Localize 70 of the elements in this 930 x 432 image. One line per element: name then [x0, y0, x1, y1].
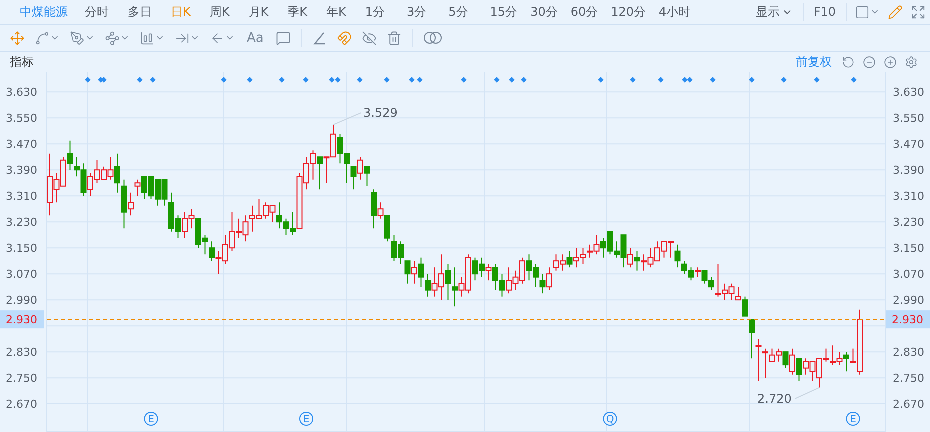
period-tab[interactable]: 周K — [204, 4, 235, 20]
adjust-button[interactable]: 前复权 — [790, 54, 838, 70]
event-diamond-icon[interactable] — [357, 77, 363, 83]
event-diamond-icon[interactable] — [814, 77, 820, 83]
event-diamond-icon[interactable] — [85, 77, 91, 83]
event-diamond-icon[interactable] — [749, 77, 755, 83]
extreme-price-label: 3.529 — [364, 106, 398, 120]
y-axis-label: 3.230 — [893, 216, 924, 230]
y-axis-label: 3.150 — [893, 242, 924, 256]
y-axis-label: 3.310 — [893, 190, 924, 204]
event-diamond-icon[interactable] — [150, 77, 156, 83]
leader-line — [333, 112, 362, 126]
event-diamond-icon[interactable] — [710, 77, 716, 83]
event-diamond-icon[interactable] — [494, 77, 500, 83]
y-axis-label: 2.990 — [893, 294, 924, 308]
leader-line — [795, 387, 820, 400]
y-axis-label: 3.550 — [893, 112, 924, 126]
y-axis-label: 2.830 — [6, 346, 38, 360]
event-diamond-icon[interactable] — [598, 77, 604, 83]
event-diamond-icon[interactable] — [384, 77, 390, 83]
ref-line-label: 2.930 — [6, 314, 38, 327]
event-diamond-icon[interactable] — [781, 77, 787, 83]
event-diamond-icon[interactable] — [279, 77, 285, 83]
y-axis-label: 3.070 — [893, 268, 924, 282]
period-tab[interactable]: 120分 — [606, 4, 652, 20]
period-tab[interactable]: 15分 — [485, 4, 523, 20]
f10-button[interactable]: F10 — [808, 5, 842, 19]
event-diamond-icon[interactable] — [221, 77, 227, 83]
event-diamond-icon[interactable] — [137, 77, 143, 83]
y-axis-label: 3.310 — [6, 190, 38, 204]
event-diamond-icon[interactable] — [247, 77, 253, 83]
y-axis-label: 2.990 — [6, 294, 38, 308]
period-tab[interactable]: 多日 — [123, 4, 157, 20]
event-diamond-icon[interactable] — [851, 77, 857, 83]
price-marker: 2.930 — [0, 310, 44, 329]
event-diamond-icon[interactable] — [461, 77, 467, 83]
period-tab[interactable]: 年K — [322, 4, 352, 20]
event-diamond-icon[interactable] — [658, 77, 664, 83]
period-tab[interactable]: 分时 — [80, 4, 114, 20]
price-marker: 2.930 — [886, 310, 930, 329]
y-axis-label: 3.230 — [6, 216, 38, 230]
y-axis-label: 3.470 — [6, 138, 38, 152]
y-axis-label: 3.470 — [893, 138, 924, 152]
y-axis-label: 3.390 — [893, 164, 924, 178]
period-tab[interactable]: 季K — [282, 4, 312, 20]
extreme-price-label: 2.720 — [758, 392, 792, 406]
y-axis-label: 2.750 — [6, 372, 38, 386]
indicator-label: 指标 — [10, 54, 34, 70]
period-tab[interactable]: 60分 — [566, 4, 604, 20]
period-tab[interactable]: 4小时 — [654, 4, 696, 20]
period-tab[interactable]: 3分 — [402, 4, 432, 20]
y-axis-label: 2.830 — [893, 346, 924, 360]
period-tab[interactable]: 30分 — [526, 4, 563, 20]
y-axis-label: 2.670 — [893, 398, 924, 412]
y-axis-label: 3.070 — [6, 268, 38, 282]
y-axis-label: 3.390 — [6, 164, 38, 178]
y-axis-label: 3.630 — [6, 86, 38, 100]
stock-name: 中煤能源 — [20, 4, 68, 20]
y-axis-label: 2.670 — [6, 398, 38, 412]
event-diamond-icon[interactable] — [303, 77, 309, 83]
period-tab[interactable]: 1分 — [360, 4, 390, 20]
period-tab[interactable]: 月K — [244, 4, 274, 20]
period-tab[interactable]: 5分 — [444, 4, 474, 20]
y-axis-label: 3.550 — [6, 112, 38, 126]
y-axis-label: 3.630 — [893, 86, 924, 100]
event-diamond-icon[interactable] — [630, 77, 636, 83]
y-axis-label: 3.150 — [6, 242, 38, 256]
display-menu[interactable]: 显示 — [750, 4, 799, 20]
y-axis-label: 2.750 — [893, 372, 924, 386]
text-tool[interactable]: Aa — [241, 30, 270, 46]
